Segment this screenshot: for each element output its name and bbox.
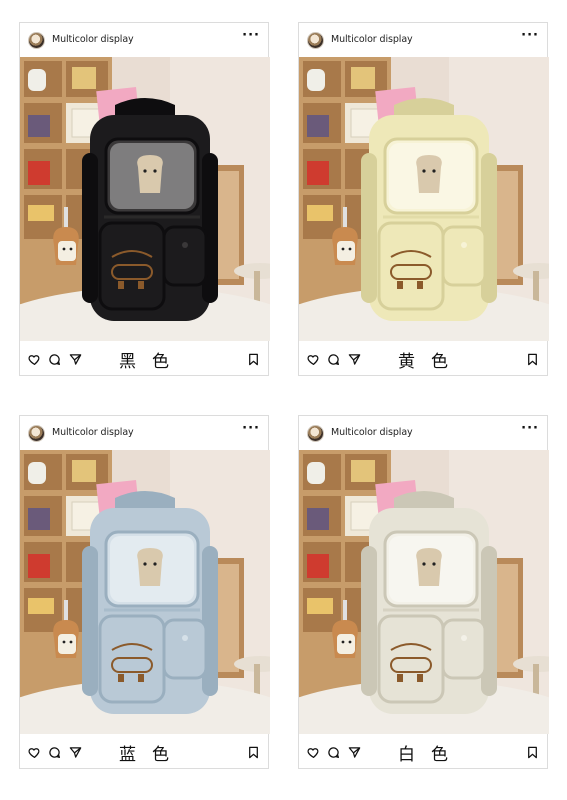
caption-char-2: 色 <box>431 745 448 765</box>
post-actions: 黑色 <box>20 341 268 377</box>
caption-char-1: 黄 <box>398 352 415 372</box>
post-actions: 蓝色 <box>20 734 268 770</box>
post-actions: 黄色 <box>299 341 547 377</box>
post-card-1: Multicolor display ··· 黑 色 <box>19 22 270 377</box>
more-horizontal-icon[interactable]: ··· <box>521 28 539 43</box>
product-photo[interactable] <box>299 57 549 341</box>
bookmark-icon[interactable] <box>247 746 260 759</box>
bookmark-icon[interactable] <box>247 353 260 366</box>
product-photo[interactable] <box>299 450 549 734</box>
post-card-4: Multicolor display ··· 白 色 <box>298 415 549 770</box>
avatar[interactable] <box>28 32 45 49</box>
bookmark-icon[interactable] <box>526 353 539 366</box>
post-header: Multicolor display ··· <box>20 416 268 450</box>
username[interactable]: Multicolor display <box>331 427 413 438</box>
post-card-2: Multicolor display ··· 黄 色 <box>298 22 549 377</box>
product-photo[interactable] <box>20 57 270 341</box>
avatar[interactable] <box>307 32 324 49</box>
color-caption: 黑色 <box>20 347 268 372</box>
caption-char-1: 黑 <box>119 352 136 372</box>
post-header: Multicolor display ··· <box>299 23 547 57</box>
post-actions: 白色 <box>299 734 547 770</box>
caption-char-2: 色 <box>431 352 448 372</box>
avatar[interactable] <box>307 425 324 442</box>
caption-char-1: 白 <box>398 745 415 765</box>
username[interactable]: Multicolor display <box>52 427 134 438</box>
avatar[interactable] <box>28 425 45 442</box>
more-horizontal-icon[interactable]: ··· <box>242 28 260 43</box>
caption-char-1: 蓝 <box>119 745 136 765</box>
post-header: Multicolor display ··· <box>20 23 268 57</box>
more-horizontal-icon[interactable]: ··· <box>521 421 539 436</box>
username[interactable]: Multicolor display <box>331 34 413 45</box>
color-caption: 白色 <box>299 740 547 765</box>
bookmark-icon[interactable] <box>526 746 539 759</box>
product-photo[interactable] <box>20 450 270 734</box>
username[interactable]: Multicolor display <box>52 34 134 45</box>
caption-char-2: 色 <box>152 352 169 372</box>
color-caption: 黄色 <box>299 347 547 372</box>
color-caption: 蓝色 <box>20 740 268 765</box>
more-horizontal-icon[interactable]: ··· <box>242 421 260 436</box>
post-header: Multicolor display ··· <box>299 416 547 450</box>
caption-char-2: 色 <box>152 745 169 765</box>
post-card-3: Multicolor display ··· 蓝 色 <box>19 415 270 770</box>
